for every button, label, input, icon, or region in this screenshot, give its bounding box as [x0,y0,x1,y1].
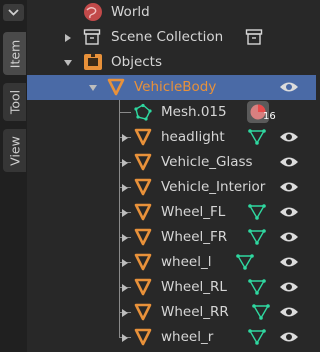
mesh-data-icon [248,279,266,295]
eye-icon[interactable] [279,154,299,170]
tab-item[interactable]: Item [3,32,26,75]
tab-tool-label: Tool [7,89,22,115]
vehiclebody-row[interactable]: VehicleBody [27,75,316,100]
scene-collection-row[interactable]: Scene Collection [27,25,316,50]
headlight-label: headlight [161,129,225,145]
child-object-row[interactable]: Vehicle_Interior [27,175,316,200]
vehiclebody-label: VehicleBody [134,79,217,95]
mesh-object-icon [134,153,152,171]
mesh-data-icon [248,129,266,145]
eye-icon[interactable] [279,79,299,95]
mesh-data-icon [134,103,152,121]
scene-collection-label: Scene Collection [111,29,224,45]
collapse-button[interactable] [3,4,24,21]
child-object-row[interactable]: Wheel_FL [27,200,316,225]
expand-arrow-icon[interactable] [122,234,128,242]
eye-icon[interactable] [279,279,299,295]
eye-icon[interactable] [279,254,299,270]
mesh-object-icon [134,253,152,271]
tab-view[interactable]: View [3,129,26,172]
mesh-data-icon [236,254,254,270]
expand-arrow-icon[interactable] [122,209,128,217]
eye-icon[interactable] [279,329,299,345]
eye-icon[interactable] [279,229,299,245]
tab-view-label: View [7,135,22,166]
child-object-row[interactable]: wheel_l [27,250,316,275]
material-count-badge: 16 [263,111,276,122]
vehicle-interior-label: Vehicle_Interior [161,179,266,195]
child-object-row[interactable]: headlight [27,125,316,150]
wheel-r-label: wheel_r [161,329,214,345]
mesh-object-icon [134,303,152,321]
mesh-object-icon [134,228,152,246]
collapse-arrow-icon[interactable] [64,60,72,66]
expand-arrow-icon[interactable] [122,309,128,317]
mesh-data-label: Mesh.015 [161,104,227,120]
expand-arrow-icon[interactable] [122,259,128,267]
child-object-row[interactable]: wheel_r [27,325,316,350]
wheel-fl-label: Wheel_FL [161,204,226,220]
objects-label: Objects [111,54,163,70]
tab-item-label: Item [7,39,22,68]
mesh-object-icon [134,328,152,346]
wheel-rl-label: Wheel_RL [161,279,227,295]
mesh-data-icon [248,204,266,220]
expand-arrow-icon[interactable] [122,184,128,192]
objects-row[interactable]: Objects [27,50,316,75]
expand-arrow-icon[interactable] [122,334,128,342]
eye-icon[interactable] [279,304,299,320]
child-object-row[interactable]: Wheel_RR [27,300,316,325]
chevron-down-icon [8,9,19,16]
expand-arrow-icon[interactable] [65,34,71,42]
world-icon [84,3,102,21]
collection-folder-icon [84,54,102,70]
world-label: World [111,4,150,20]
wheel-l-label: wheel_l [161,254,212,270]
mesh-data-icon [252,304,270,320]
mesh-object-icon [134,178,152,196]
collection-icon [83,29,101,45]
collapse-arrow-icon[interactable] [89,85,97,91]
eye-icon[interactable] [279,204,299,220]
mesh-data-icon [248,229,266,245]
mesh-object-icon [134,203,152,221]
eye-icon[interactable] [279,179,299,195]
mesh-data-icon [248,329,266,345]
child-object-row[interactable]: Wheel_FR [27,225,316,250]
expand-arrow-icon[interactable] [122,284,128,292]
collection-toggle-icon[interactable] [245,28,263,46]
wheel-fr-label: Wheel_FR [161,229,228,245]
mesh-object-icon [107,78,125,96]
mesh-data-row[interactable]: Mesh.015 16 [27,100,316,125]
eye-icon[interactable] [279,129,299,145]
tab-tool[interactable]: Tool [3,83,26,121]
mesh-object-icon [134,278,152,296]
child-object-row[interactable]: Vehicle_Glass [27,150,316,175]
world-row[interactable]: World [27,0,316,25]
child-object-row[interactable]: Wheel_RL [27,275,316,300]
mesh-object-icon [134,128,152,146]
vehicle-glass-label: Vehicle_Glass [161,154,253,170]
outliner-tree: World Scene Collection Objects VehicleBo… [27,0,316,352]
wheel-rr-label: Wheel_RR [161,304,229,320]
expand-arrow-icon[interactable] [122,159,128,167]
expand-arrow-icon[interactable] [122,134,128,142]
sidebar-tabs: Item Tool View [0,0,27,352]
